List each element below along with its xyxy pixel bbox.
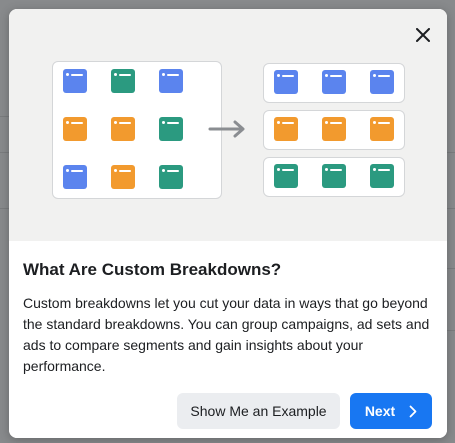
background-divider xyxy=(447,268,455,269)
background-divider xyxy=(447,152,455,153)
grouped-row-card xyxy=(263,110,405,150)
green-tile xyxy=(159,117,183,141)
orange-tile xyxy=(111,165,135,189)
ungrouped-items-card xyxy=(52,61,222,199)
breakdowns-illustration xyxy=(9,9,447,241)
background-divider xyxy=(447,208,455,209)
green-tile xyxy=(322,164,346,188)
green-tile xyxy=(111,69,135,93)
close-icon xyxy=(416,28,430,42)
green-tile xyxy=(274,164,298,188)
orange-tile xyxy=(63,117,87,141)
close-button[interactable] xyxy=(413,25,433,45)
blue-tile xyxy=(63,165,87,189)
orange-tile xyxy=(370,117,394,141)
grouped-row-card xyxy=(263,63,405,103)
blue-tile xyxy=(322,70,346,94)
background-divider xyxy=(0,152,9,153)
orange-tile xyxy=(111,117,135,141)
dialog-title: What Are Custom Breakdowns? xyxy=(23,260,282,279)
dialog-description: Custom breakdowns let you cut your data … xyxy=(23,295,430,374)
grouped-row-card xyxy=(263,157,405,197)
green-tile xyxy=(159,165,183,189)
green-tile xyxy=(370,164,394,188)
dialog-content: What Are Custom Breakdowns? Custom break… xyxy=(9,241,447,438)
blue-tile xyxy=(159,69,183,93)
background-divider xyxy=(447,330,455,331)
custom-breakdowns-dialog: What Are Custom Breakdowns? Custom break… xyxy=(9,9,447,438)
next-button[interactable]: Next xyxy=(350,393,432,429)
background-divider xyxy=(0,116,9,117)
show-example-button[interactable]: Show Me an Example xyxy=(177,393,340,429)
next-label: Next xyxy=(364,403,396,419)
orange-tile xyxy=(274,117,298,141)
blue-tile xyxy=(370,70,394,94)
blue-tile xyxy=(63,69,87,93)
blue-tile xyxy=(274,70,298,94)
show-example-label: Show Me an Example xyxy=(190,403,327,419)
arrow-right-icon xyxy=(208,120,245,138)
background-divider xyxy=(0,208,9,209)
orange-tile xyxy=(322,117,346,141)
chevron-right-icon xyxy=(409,405,417,417)
